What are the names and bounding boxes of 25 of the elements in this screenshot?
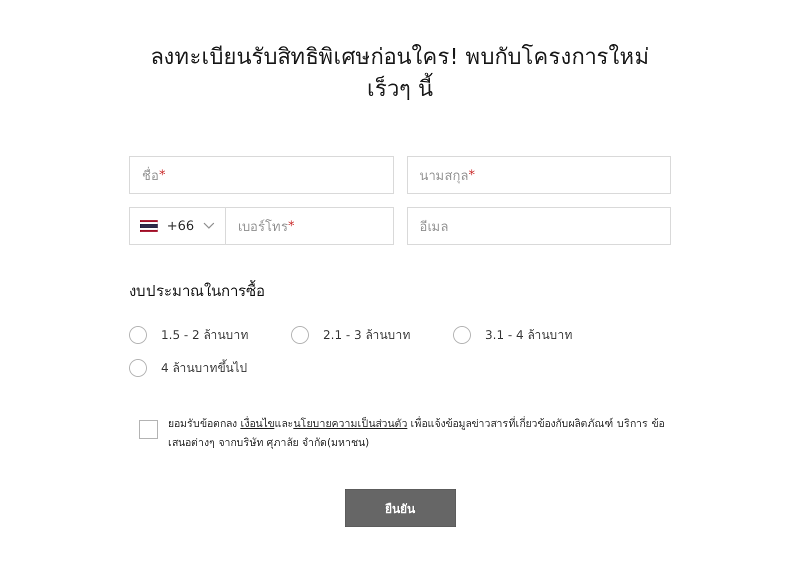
flag-icon bbox=[140, 220, 158, 232]
option-label: 4 ล้านบาทขึ้นไป bbox=[161, 358, 248, 377]
radio-button[interactable] bbox=[453, 326, 471, 344]
submit-button[interactable]: ยืนยัน bbox=[344, 489, 456, 527]
page-title: ลงทะเบียนรับสิทธิพิเศษก่อนใคร! พบกับโครงการใหม่ เร็วๆ นี้ bbox=[150, 43, 650, 104]
required-mark: * bbox=[159, 168, 166, 182]
terms-link[interactable]: เงื่อนไข bbox=[240, 418, 274, 430]
option-label: 2.1 - 3 ล้านบาท bbox=[323, 327, 410, 344]
chevron-down-icon bbox=[203, 222, 215, 230]
required-mark: * bbox=[468, 168, 476, 182]
terms-link[interactable]: นโยบายความเป็นส่วนตัว bbox=[293, 418, 408, 430]
required-mark: * bbox=[288, 218, 296, 234]
option-label: 3.1 - 4 ล้านบาท bbox=[485, 327, 572, 344]
option-label: 1.5 - 2 ล้านบาท bbox=[161, 327, 248, 344]
input-field[interactable]: อีเมล bbox=[420, 216, 448, 236]
radio-button[interactable] bbox=[291, 326, 309, 344]
radio-button[interactable] bbox=[129, 326, 147, 344]
checkbox[interactable] bbox=[139, 420, 158, 439]
country-code-select[interactable]: +66 bbox=[129, 207, 225, 245]
input-field[interactable]: เบอร์โทร bbox=[238, 216, 288, 236]
input-field[interactable]: ชื่อ bbox=[142, 164, 159, 186]
radio-button[interactable] bbox=[129, 358, 147, 376]
budget-label: งบประมาณในการซื้อ bbox=[129, 279, 266, 302]
input-field[interactable]: นามสกุล bbox=[420, 164, 468, 186]
consent-text: ยอมรับข้อตกลง เงื่อนไขและนโยบายความเป็นส่วนตัว เพื่อแจ้งข้อมูลข่าวสารที่เกี่ยวข้องกับผลิตภัณฑ์ บริการ ข้อเสนอต่างๆ จากบริษัท ศุภาลัย จำกัด(มหาชน) bbox=[168, 415, 666, 451]
